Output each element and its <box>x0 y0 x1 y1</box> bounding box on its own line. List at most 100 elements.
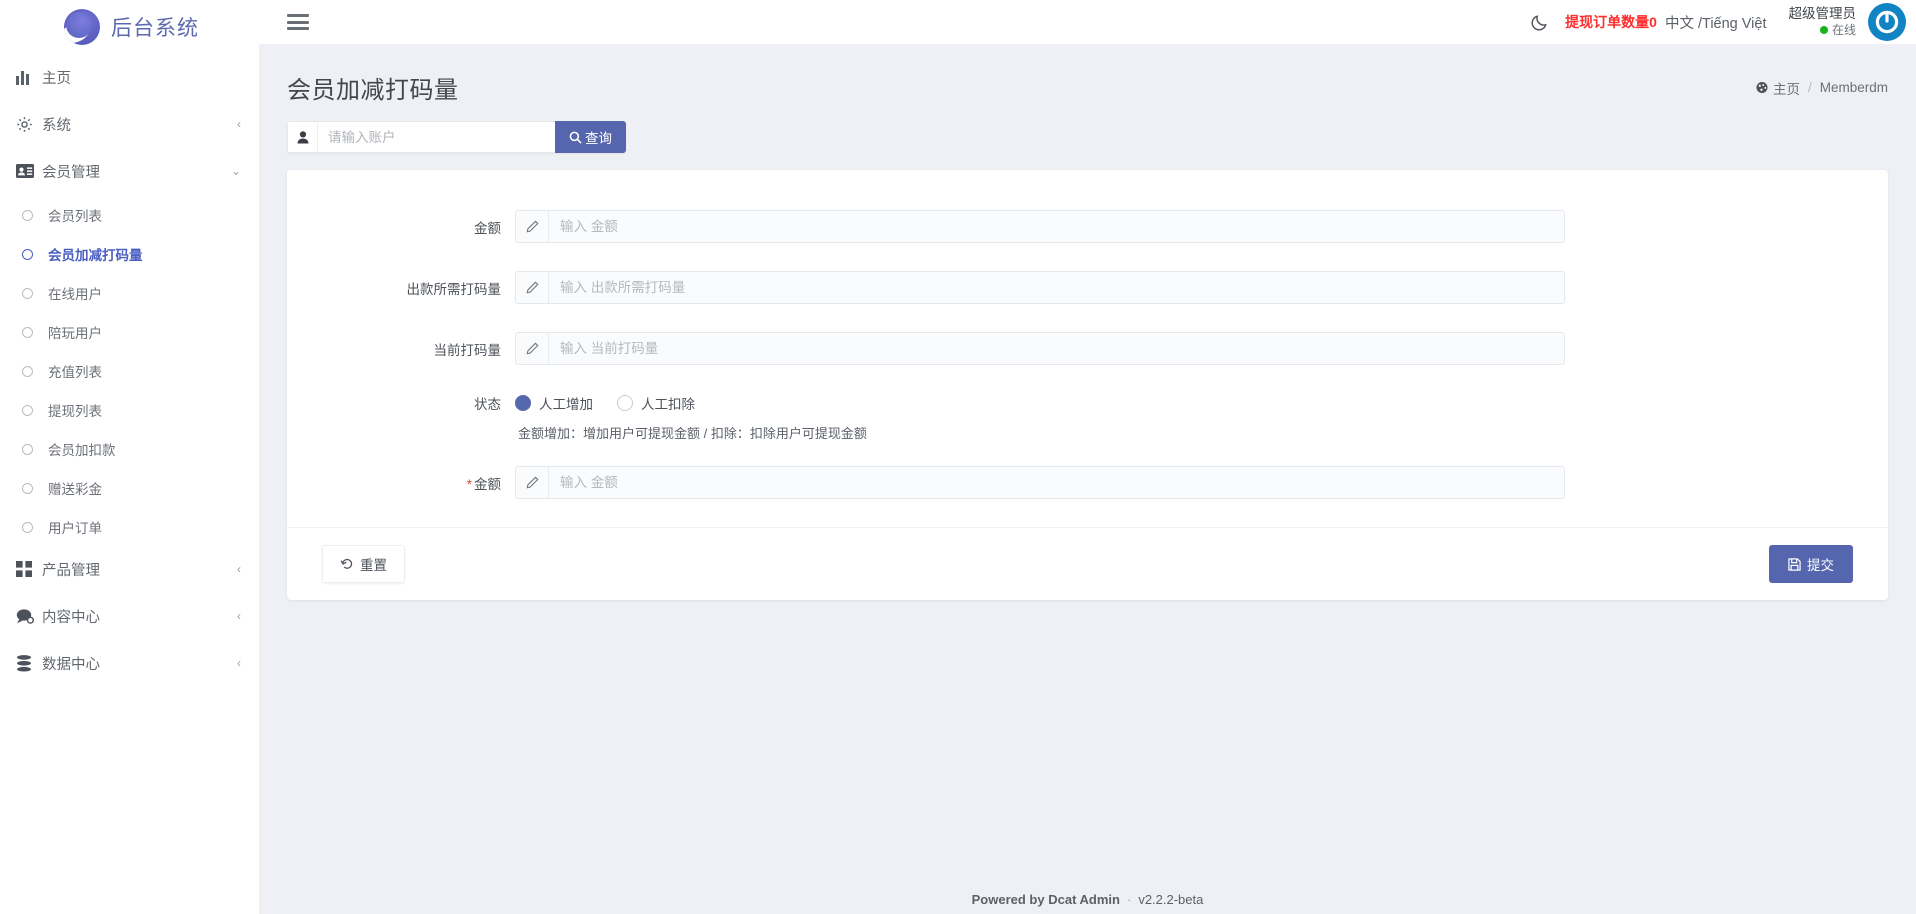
brand-name: 后台系统 <box>111 17 199 40</box>
sidebar-subitem-label: 陪玩用户 <box>48 326 102 341</box>
footer-powered-by: Powered by Dcat Admin <box>971 892 1120 907</box>
hamburger-icon[interactable] <box>287 14 309 30</box>
footer-version: v2.2.2-beta <box>1138 892 1204 907</box>
form-actions: 重置 提交 <box>287 527 1888 600</box>
bar-chart-icon <box>16 70 42 85</box>
circle-icon <box>22 287 48 299</box>
sidebar-item-member-list[interactable]: 会员列表 <box>0 201 259 229</box>
status-hint-row: 金额增加：增加用户可提现金额 / 扣除：扣除用户可提现金额 <box>287 423 1888 442</box>
sidebar-item-label: 数据中心 <box>42 656 100 673</box>
search-input[interactable] <box>317 121 555 153</box>
sidebar-item-system[interactable]: 系统 ‹ <box>0 107 259 141</box>
sidebar-subitem-label: 会员加扣款 <box>48 443 116 458</box>
submit-button-label: 提交 <box>1807 558 1834 573</box>
field-input[interactable] <box>549 333 1564 364</box>
radio-manual-add[interactable]: 人工增加 <box>515 393 593 413</box>
circle-icon <box>22 482 48 494</box>
field-input[interactable] <box>549 211 1564 242</box>
topbar-right-group: 提现订单数量0 中文 /Tiếng Việt 超级管理员 在线 <box>1514 0 1916 44</box>
home-icon <box>1755 81 1769 94</box>
sidebar-item-data-center[interactable]: 数据中心 ‹ <box>0 646 259 680</box>
sidebar-nav: 主页 系统 ‹ 会员管理 ⌄ 会员列表 会员加减打码量 在线用户 陪玩用户 充值… <box>0 54 259 680</box>
amount-label-text: 金额 <box>474 476 501 492</box>
sidebar-item-member-management[interactable]: 会员管理 ⌄ <box>0 154 259 188</box>
swoosh-circle-logo <box>64 9 100 45</box>
user-info[interactable]: 超级管理员 在线 <box>1789 6 1857 38</box>
search-icon <box>569 131 582 144</box>
user-name: 超级管理员 <box>1788 6 1857 22</box>
field-label: 当前打码量 <box>433 342 502 358</box>
sidebar-subitem-label: 会员加减打码量 <box>48 248 143 263</box>
breadcrumb-home[interactable]: 主页 <box>1755 78 1800 98</box>
sidebar: 后台系统 主页 系统 ‹ 会员管理 ⌄ 会员列表 会员加减打码量 在线用户 陪玩… <box>0 0 259 914</box>
sidebar-item-bonus-gift[interactable]: 赠送彩金 <box>0 474 259 502</box>
chat-icon <box>16 608 42 624</box>
sidebar-subitem-label: 赠送彩金 <box>48 482 102 497</box>
reset-button[interactable]: 重置 <box>322 545 405 583</box>
radio-label: 人工扣除 <box>641 397 695 412</box>
circle-icon <box>22 443 48 455</box>
status-label: 状态 <box>474 397 501 412</box>
sidebar-item-member-bet-adjust[interactable]: 会员加减打码量 <box>0 240 259 268</box>
moon-icon[interactable] <box>1514 13 1565 32</box>
sidebar-subitem-label: 在线用户 <box>48 287 102 302</box>
main-area: 提现订单数量0 中文 /Tiếng Việt 超级管理员 在线 会员加减打码量 <box>259 0 1916 914</box>
sidebar-submenu-member: 会员列表 会员加减打码量 在线用户 陪玩用户 充值列表 提现列表 会员加扣款 赠… <box>0 201 259 541</box>
search-group: 查询 <box>287 121 626 153</box>
circle-icon <box>22 326 48 338</box>
status-radio-group: 人工增加 人工扣除 <box>515 393 695 413</box>
breadcrumb-home-label: 主页 <box>1772 81 1800 97</box>
field-input-wrap <box>515 271 1565 304</box>
search-button[interactable]: 查询 <box>555 121 626 153</box>
sidebar-item-home[interactable]: 主页 <box>0 60 259 94</box>
search-row: 查询 <box>287 121 1888 153</box>
amount-input[interactable] <box>549 467 1564 498</box>
form-card: 金额 出款所需打码量 <box>287 170 1888 600</box>
radio-mark-icon <box>515 395 531 411</box>
user-status: 在线 <box>1819 23 1856 38</box>
footer: Powered by Dcat Admin · v2.2.2-beta <box>259 885 1916 914</box>
field-label: 金额 <box>474 220 501 236</box>
breadcrumb-current: Memberdm <box>1819 80 1888 95</box>
sidebar-item-content-center[interactable]: 内容中心 ‹ <box>0 599 259 633</box>
sidebar-item-user-orders[interactable]: 用户订单 <box>0 513 259 541</box>
field-label: 出款所需打码量 <box>406 281 502 297</box>
sidebar-item-member-balance-adjust[interactable]: 会员加扣款 <box>0 435 259 463</box>
avatar[interactable] <box>1868 3 1906 41</box>
sidebar-subitem-label: 提现列表 <box>48 404 102 419</box>
radio-label: 人工增加 <box>539 397 593 412</box>
sidebar-subitem-label: 会员列表 <box>48 209 102 224</box>
sidebar-item-withdraw-list[interactable]: 提现列表 <box>0 396 259 424</box>
amount-field-label: * 金额 <box>287 473 515 493</box>
field-input[interactable] <box>549 272 1564 303</box>
hint-spacer <box>287 423 515 442</box>
database-icon <box>16 654 42 672</box>
reset-button-label: 重置 <box>360 558 387 573</box>
chevron-left-icon: ‹ <box>237 609 241 623</box>
form-row-amount-display: 金额 <box>287 210 1888 243</box>
form-row-current-bet: 当前打码量 <box>287 332 1888 365</box>
withdraw-order-alert[interactable]: 提现订单数量0 <box>1565 12 1657 32</box>
amount-input-wrap <box>515 466 1565 499</box>
brand-logo[interactable]: 后台系统 <box>0 0 259 54</box>
id-card-icon <box>16 164 42 178</box>
sidebar-item-recharge-list[interactable]: 充值列表 <box>0 357 259 385</box>
language-switcher[interactable]: 中文 /Tiếng Việt <box>1665 12 1767 33</box>
circle-icon <box>22 365 48 377</box>
page-title: 会员加减打码量 <box>287 77 459 104</box>
sidebar-item-label: 产品管理 <box>42 562 100 579</box>
radio-manual-deduct[interactable]: 人工扣除 <box>617 393 695 413</box>
sidebar-item-label: 会员管理 <box>42 164 100 181</box>
sidebar-item-online-users[interactable]: 在线用户 <box>0 279 259 307</box>
sidebar-item-product-management[interactable]: 产品管理 ‹ <box>0 552 259 586</box>
chevron-left-icon: ‹ <box>237 117 241 131</box>
sidebar-item-companion-users[interactable]: 陪玩用户 <box>0 318 259 346</box>
form-row-required-bet: 出款所需打码量 <box>287 271 1888 304</box>
footer-separator: · <box>1126 892 1132 907</box>
field-input-wrap <box>515 332 1565 365</box>
pencil-icon <box>516 211 549 242</box>
chevron-down-icon: ⌄ <box>230 164 241 178</box>
search-button-label: 查询 <box>585 131 612 146</box>
submit-button[interactable]: 提交 <box>1769 545 1853 583</box>
circle-icon <box>22 521 48 533</box>
